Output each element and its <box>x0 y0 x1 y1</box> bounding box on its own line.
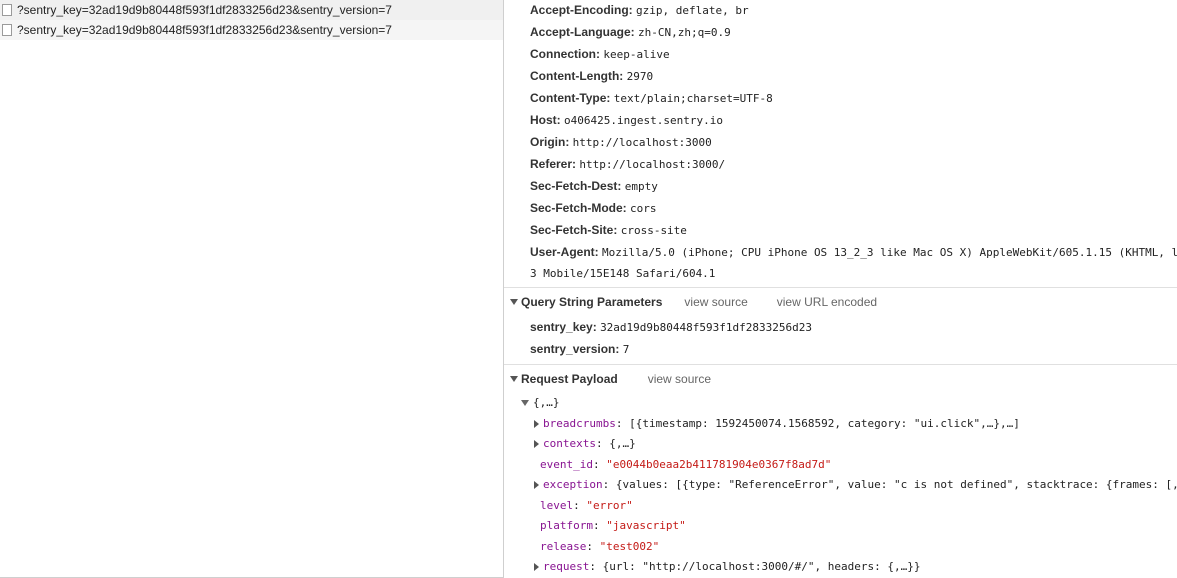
collapse-triangle-icon[interactable] <box>510 376 518 382</box>
header-value: text/plain;charset=UTF-8 <box>613 92 773 105</box>
param-value: 7 <box>622 343 630 356</box>
header-row-continued: 3 Mobile/15E148 Safari/604.1 <box>504 263 1177 283</box>
header-key: Sec-Fetch-Dest: <box>530 179 622 193</box>
param-value: 32ad19d9b80448f593f1df2833256d23 <box>600 321 812 334</box>
field-key: exception <box>543 478 603 491</box>
field-key: breadcrumbs <box>543 416 616 430</box>
header-row: Content-Type: text/plain;charset=UTF-8 <box>504 87 1177 109</box>
payload-field: level: "error" <box>504 496 1177 517</box>
field-value: "e0044b0eaa2b411781904e0367f8ad7d" <box>606 457 832 471</box>
field-key: level <box>540 498 574 512</box>
header-row: Accept-Language: zh-CN,zh;q=0.9 <box>504 21 1177 43</box>
header-key: User-Agent: <box>530 245 599 259</box>
header-key: Sec-Fetch-Mode: <box>530 201 627 215</box>
view-source-link[interactable]: view source <box>684 288 747 316</box>
param-key: sentry_version: <box>530 342 620 356</box>
header-value: Mozilla/5.0 (iPhone; CPU iPhone OS 13_2_… <box>602 246 1177 259</box>
header-key: Sec-Fetch-Site: <box>530 223 618 237</box>
field-value: "javascript" <box>606 519 686 532</box>
query-string-section-header[interactable]: Query String Parameters view source view… <box>504 287 1177 316</box>
query-param-row: sentry_key: 32ad19d9b80448f593f1df283325… <box>504 316 1177 338</box>
header-value: 2970 <box>626 70 654 83</box>
payload-root-value: {,…} <box>533 396 560 409</box>
header-key: Accept-Language: <box>530 25 635 39</box>
request-name: ?sentry_key=32ad19d9b80448f593f1df283325… <box>17 3 392 17</box>
field-key: contexts <box>543 437 596 450</box>
expand-triangle-icon[interactable] <box>521 400 529 407</box>
collapse-triangle-icon[interactable] <box>510 299 518 305</box>
header-key: Origin: <box>530 135 570 149</box>
expand-triangle-icon[interactable] <box>534 481 539 490</box>
header-value: cors <box>630 202 657 215</box>
view-source-link[interactable]: view source <box>648 365 711 393</box>
field-value: [{timestamp: 1592450074.1568592, categor… <box>629 416 1020 430</box>
payload-field: release: "test002" <box>504 537 1177 558</box>
header-key: Accept-Encoding: <box>530 3 633 17</box>
field-value: "test002" <box>599 539 660 553</box>
section-title: Request Payload <box>521 372 618 386</box>
network-request-list: ?sentry_key=32ad19d9b80448f593f1df283325… <box>0 0 504 578</box>
header-value: gzip, deflate, br <box>636 4 749 17</box>
header-row: User-Agent: Mozilla/5.0 (iPhone; CPU iPh… <box>504 241 1177 263</box>
header-value: keep-alive <box>603 48 670 61</box>
header-row: Content-Length: 2970 <box>504 65 1177 87</box>
expand-triangle-icon[interactable] <box>534 419 539 428</box>
field-key: request <box>543 560 590 573</box>
field-key: release <box>540 539 587 553</box>
header-key: Host: <box>530 113 561 127</box>
request-row[interactable]: ?sentry_key=32ad19d9b80448f593f1df283325… <box>0 0 503 20</box>
document-icon <box>2 24 12 36</box>
header-value: http://localhost:3000/ <box>579 158 726 171</box>
request-details-panel: Accept-Encoding: gzip, deflate, br Accep… <box>504 0 1177 578</box>
payload-field: event_id: "e0044b0eaa2b411781904e0367f8a… <box>504 455 1177 476</box>
field-value: {,…} <box>609 437 636 450</box>
header-row: Host: o406425.ingest.sentry.io <box>504 109 1177 131</box>
field-value: "error" <box>586 498 633 512</box>
header-row: Accept-Encoding: gzip, deflate, br <box>504 0 1177 21</box>
view-url-encoded-link[interactable]: view URL encoded <box>777 288 877 316</box>
expand-triangle-icon[interactable] <box>534 563 539 572</box>
field-value: {values: [{type: "ReferenceError", value… <box>615 478 1177 491</box>
document-icon <box>2 4 12 16</box>
request-row[interactable]: ?sentry_key=32ad19d9b80448f593f1df283325… <box>0 20 503 40</box>
expand-triangle-icon[interactable] <box>534 440 539 449</box>
payload-root[interactable]: {,…} <box>504 393 1177 414</box>
query-param-row: sentry_version: 7 <box>504 338 1177 360</box>
header-key: Content-Length: <box>530 69 624 83</box>
payload-field[interactable]: exception: {values: [{type: "ReferenceEr… <box>504 475 1177 496</box>
header-value: cross-site <box>620 224 687 237</box>
field-value: {url: "http://localhost:3000/#/", header… <box>602 560 921 573</box>
header-row: Origin: http://localhost:3000 <box>504 131 1177 153</box>
header-value-continued: 3 Mobile/15E148 Safari/604.1 <box>530 267 716 280</box>
header-row: Sec-Fetch-Site: cross-site <box>504 219 1177 241</box>
header-row: Connection: keep-alive <box>504 43 1177 65</box>
payload-field[interactable]: request: {url: "http://localhost:3000/#/… <box>504 557 1177 578</box>
header-value: empty <box>624 180 658 193</box>
request-name: ?sentry_key=32ad19d9b80448f593f1df283325… <box>17 23 392 37</box>
section-title: Query String Parameters <box>521 295 663 309</box>
header-row: Sec-Fetch-Mode: cors <box>504 197 1177 219</box>
header-key: Connection: <box>530 47 600 61</box>
header-value: http://localhost:3000 <box>572 136 712 149</box>
header-row: Sec-Fetch-Dest: empty <box>504 175 1177 197</box>
request-payload-section-header[interactable]: Request Payload view source <box>504 364 1177 393</box>
header-row: Referer: http://localhost:3000/ <box>504 153 1177 175</box>
header-key: Content-Type: <box>530 91 611 105</box>
field-key: event_id <box>540 457 593 471</box>
payload-field[interactable]: breadcrumbs: [{timestamp: 1592450074.156… <box>504 414 1177 435</box>
header-value: o406425.ingest.sentry.io <box>564 114 723 127</box>
header-value: zh-CN,zh;q=0.9 <box>638 26 731 39</box>
field-key: platform <box>540 519 593 532</box>
payload-field[interactable]: contexts: {,…} <box>504 434 1177 455</box>
payload-field: platform: "javascript" <box>504 516 1177 537</box>
header-key: Referer: <box>530 157 577 171</box>
param-key: sentry_key: <box>530 320 597 334</box>
